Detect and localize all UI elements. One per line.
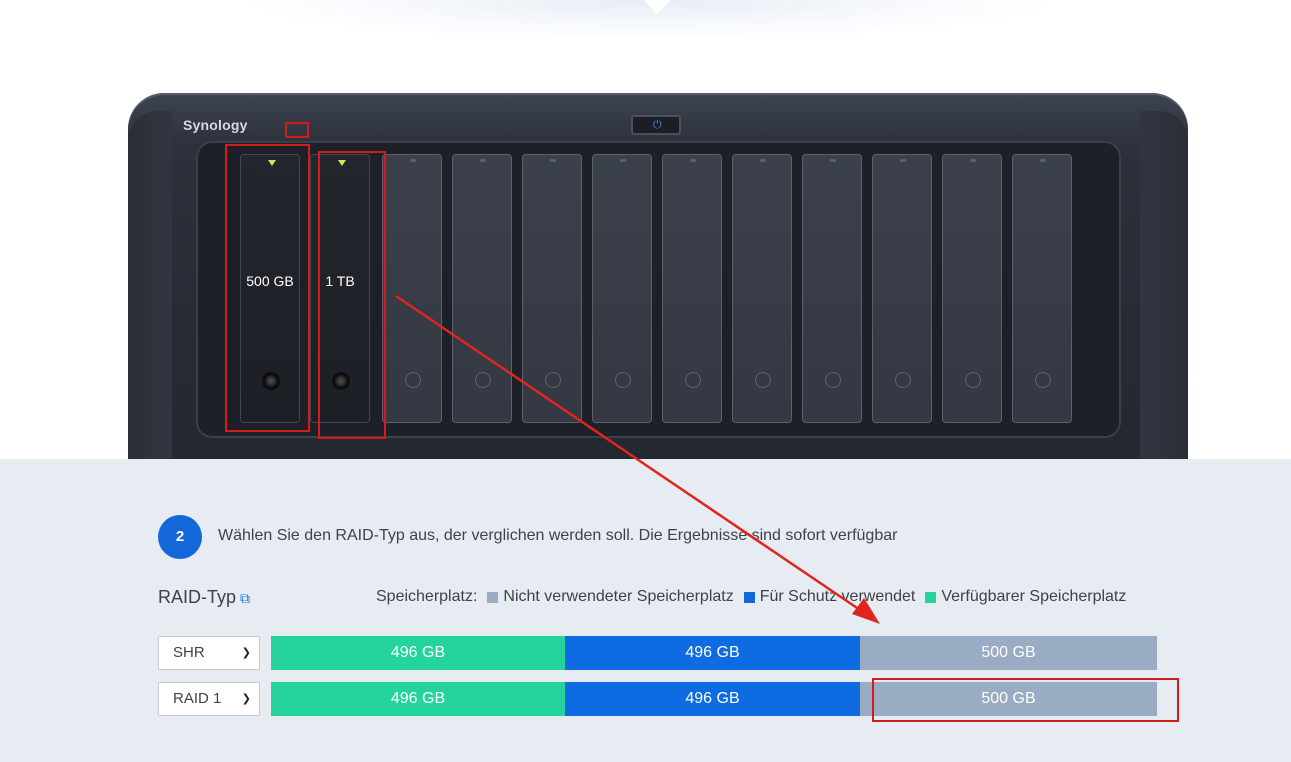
- legend-title: Speicherplatz:: [376, 588, 478, 605]
- drive-bay-empty[interactable]: [662, 154, 722, 423]
- bay-latch-icon: [545, 372, 561, 388]
- drive-bay-empty[interactable]: [592, 154, 652, 423]
- drive-bay-empty[interactable]: [382, 154, 442, 423]
- synology-logo: Synology: [183, 117, 248, 133]
- legend-label-unused: Nicht verwendeter Speicherplatz: [503, 588, 734, 605]
- segment-available: 496 GB: [271, 636, 565, 670]
- drive-bay-empty[interactable]: [732, 154, 792, 423]
- raid-type-label: RAID-Typ: [158, 587, 237, 607]
- raid-type-value: RAID 1: [173, 690, 222, 707]
- bay-latch-icon: [405, 372, 421, 388]
- drive-bay-empty[interactable]: [452, 154, 512, 423]
- drive-bay-empty[interactable]: [872, 154, 932, 423]
- bay-latch-icon: [825, 372, 841, 388]
- legend-label-available: Verfügbarer Speicherplatz: [941, 588, 1127, 605]
- storage-bar: 496 GB 496 GB 500 GB: [271, 636, 1157, 670]
- bay-latch-icon: [615, 372, 631, 388]
- bay-latch-icon: [685, 372, 701, 388]
- raid-type-heading: RAID-Typ ⧉: [158, 587, 250, 608]
- nas-side-right: [1140, 111, 1188, 473]
- bay-latch-icon: [475, 372, 491, 388]
- chevron-down-icon: ❯: [241, 693, 251, 705]
- drive-bay-empty[interactable]: [1012, 154, 1072, 423]
- raid-row: SHR ❯ 496 GB 496 GB 500 GB: [158, 636, 1158, 670]
- page: Synology ⏻ 500 GB 1 TB 2 Wählen Sie den …: [0, 0, 1291, 762]
- step-number-badge: 2: [158, 515, 202, 559]
- nas-side-left: [128, 111, 172, 473]
- annotation-box-drive-1: [225, 144, 310, 432]
- drive-bay-empty[interactable]: [942, 154, 1002, 423]
- legend-swatch-protection: [743, 591, 755, 603]
- segment-protection: 496 GB: [565, 682, 860, 716]
- legend-label-protection: Für Schutz verwendet: [759, 588, 916, 605]
- segment-unused: 500 GB: [860, 636, 1157, 670]
- drive-bay-empty[interactable]: [802, 154, 862, 423]
- nas-device: Synology ⏻ 500 GB 1 TB: [128, 93, 1188, 473]
- bay-latch-icon: [895, 372, 911, 388]
- annotation-box-logo: [285, 122, 309, 138]
- external-link-icon[interactable]: ⧉: [240, 590, 250, 606]
- drive-bay-empty[interactable]: [522, 154, 582, 423]
- legend-swatch-unused: [487, 591, 499, 603]
- segment-available: 496 GB: [271, 682, 565, 716]
- annotation-box-drive-2: [318, 151, 386, 439]
- step-instruction: Wählen Sie den RAID-Typ aus, der verglic…: [218, 527, 898, 544]
- legend-swatch-available: [925, 591, 937, 603]
- bay-latch-icon: [1035, 372, 1051, 388]
- power-icon: ⏻: [653, 119, 662, 131]
- chevron-down-icon: ❯: [241, 647, 251, 659]
- raid-type-select[interactable]: SHR ❯: [158, 636, 260, 670]
- power-button: ⏻: [631, 115, 681, 135]
- segment-protection: 496 GB: [565, 636, 860, 670]
- raid-type-value: SHR: [173, 644, 205, 661]
- raid-type-select[interactable]: RAID 1 ❯: [158, 682, 260, 716]
- annotation-box-unused: [872, 678, 1179, 722]
- bay-latch-icon: [755, 372, 771, 388]
- bay-latch-icon: [965, 372, 981, 388]
- storage-legend: Speicherplatz: Nicht verwendeter Speiche…: [376, 588, 1126, 606]
